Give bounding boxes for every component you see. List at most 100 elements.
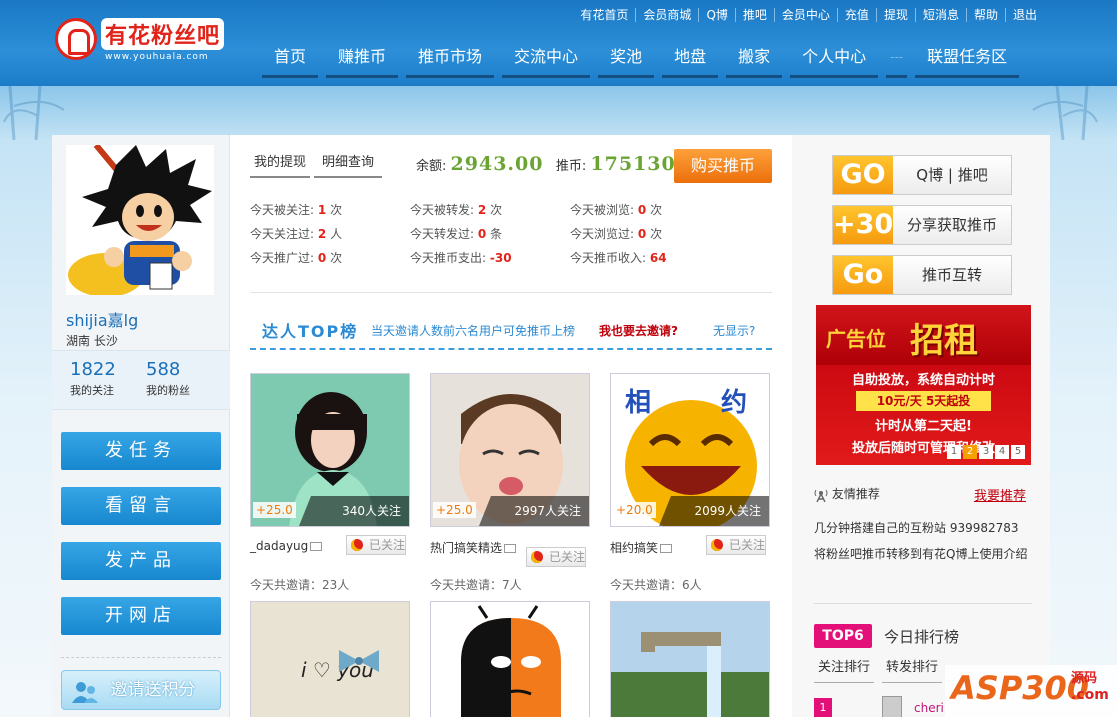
- nav-personal[interactable]: 个人中心: [790, 44, 879, 78]
- nav-move[interactable]: 搬家: [726, 44, 783, 78]
- left-sidebar: shijia嘉lg 湖南 长沙 1822 我的关注 588 我的粉丝 发任务 看…: [52, 135, 230, 717]
- view-messages-button[interactable]: 看留言: [61, 487, 221, 525]
- tab-follow-rank[interactable]: 关注排行: [814, 655, 875, 683]
- card-image-text: 约: [721, 388, 748, 418]
- top-list-header: 达人TOP榜 当天邀请人数前六名用户可免推币上榜 我也要去邀请? 无显示?: [250, 312, 772, 350]
- open-shop-button[interactable]: 开网店: [61, 597, 221, 635]
- tab-forward-rank[interactable]: 转发排行: [882, 655, 943, 683]
- go-text: 分享获取推币: [906, 216, 997, 234]
- top-user-card[interactable]: i ♡ you: [250, 601, 410, 717]
- toplink-messages[interactable]: 短消息: [914, 8, 966, 22]
- left-divider: [61, 657, 221, 658]
- top-user-card[interactable]: +25.0 2997人关注: [430, 373, 590, 527]
- coin-transfer-button[interactable]: Go 推币互转: [832, 255, 1012, 295]
- go-badge: +30: [833, 206, 893, 244]
- user-name[interactable]: shijia嘉lg: [66, 307, 138, 331]
- fan-stat[interactable]: 588 我的粉丝: [146, 359, 190, 398]
- toplink-tuiba[interactable]: 推吧: [734, 8, 774, 22]
- ad-page[interactable]: 3: [979, 445, 993, 459]
- nav-separator: ---: [886, 44, 908, 78]
- post-task-button[interactable]: 发任务: [61, 432, 221, 470]
- ad-page[interactable]: 2: [963, 445, 977, 459]
- avatar-cartoon-icon: [66, 143, 214, 297]
- user-stats: 1822 我的关注 588 我的粉丝: [52, 350, 230, 410]
- stat-item: 今天被关注: 1 次: [250, 203, 343, 217]
- go-text: 推币互转: [921, 266, 982, 284]
- nav-home[interactable]: 首页: [262, 44, 319, 78]
- account-tabs: 我的提现 明细查询: [250, 147, 386, 178]
- ad-line: 计时从第二天起!: [875, 419, 972, 434]
- nav-market[interactable]: 推币市场: [406, 44, 495, 78]
- top-user-card[interactable]: 相 约 +20.0 2099人关注: [610, 373, 770, 527]
- top-user-card[interactable]: [430, 601, 590, 717]
- tab-withdraw[interactable]: 我的提现: [250, 147, 310, 178]
- card-name[interactable]: _dadayug: [250, 539, 323, 553]
- follow-stat[interactable]: 1822 我的关注: [70, 359, 116, 398]
- post-product-button[interactable]: 发产品: [61, 542, 221, 580]
- top-list-title: 达人TOP榜: [262, 322, 359, 341]
- nav-pool[interactable]: 奖池: [598, 44, 655, 78]
- user-location: 湖南 长沙: [66, 334, 118, 348]
- user-avatar[interactable]: [66, 143, 214, 297]
- toplink-withdraw[interactable]: 提现: [875, 8, 915, 22]
- toplink-qbo[interactable]: Q博: [698, 8, 734, 22]
- follow-label: 我的关注: [70, 384, 114, 397]
- rank-number: 1: [814, 698, 832, 717]
- ad-page[interactable]: 5: [1011, 445, 1025, 459]
- go-badge: Go: [833, 256, 893, 294]
- balance-value: 2943.00: [450, 153, 544, 175]
- friend-link[interactable]: 几分钟搭建自己的互粉站 939982783: [814, 519, 1036, 538]
- not-shown-link[interactable]: 无显示?: [713, 322, 755, 339]
- top-user-card[interactable]: +25.0 340人关注: [250, 373, 410, 527]
- stat-item: 今天推广过: 0 次: [250, 251, 343, 265]
- coin-label: 推币:: [555, 159, 587, 174]
- bamboo-decoration-right: [1032, 86, 1098, 140]
- nav-exchange[interactable]: 交流中心: [502, 44, 591, 78]
- toplink-member[interactable]: 会员中心: [773, 8, 837, 22]
- toplink-recharge[interactable]: 充值: [836, 8, 876, 22]
- card-name[interactable]: 相约搞笑: [610, 539, 673, 556]
- buy-coins-button[interactable]: 购买推币: [674, 149, 772, 183]
- logo-text: 有花粉丝吧: [101, 18, 225, 50]
- stat-item: 今天推币收入: 64: [570, 251, 667, 265]
- go-qbo-button[interactable]: GO Q博 | 推吧: [832, 155, 1012, 195]
- ad-banner[interactable]: 广告位 招租 自助投放，系统自动计时 10元/天 5天起投 计时从第二天起! 投…: [816, 305, 1031, 465]
- share-earn-button[interactable]: +30 分享获取推币: [832, 205, 1012, 245]
- nav-earn[interactable]: 赚推币: [326, 44, 399, 78]
- stat-item: 今天转发过: 0 条: [410, 227, 503, 241]
- card-name[interactable]: 热门搞笑精选: [430, 539, 517, 556]
- toplink-logout[interactable]: 退出: [1004, 8, 1044, 22]
- tab-details[interactable]: 明细查询: [314, 147, 382, 178]
- recommend-link[interactable]: 我要推荐: [974, 485, 1026, 504]
- center-panel: 我的提现 明细查询 余额: 2943.00 推币: 175130 购买推币 今天…: [250, 135, 790, 717]
- followed-button[interactable]: 已关注: [346, 535, 406, 555]
- rank-name[interactable]: cheri: [914, 701, 944, 715]
- nav-territory[interactable]: 地盘: [662, 44, 719, 78]
- card-invites: 今天共邀请：7人: [430, 578, 522, 592]
- toplink-help[interactable]: 帮助: [965, 8, 1005, 22]
- users-icon: [72, 679, 98, 703]
- followed-button[interactable]: 已关注: [706, 535, 766, 555]
- user-photo-cartoon: [461, 605, 561, 717]
- ad-page[interactable]: 1: [947, 445, 961, 459]
- header: 有花粉丝吧 www.youhuala.com 有花首页 会员商城 Q博 推吧 会…: [0, 0, 1117, 86]
- go-text: Q博 | 推吧: [916, 166, 988, 184]
- invite-button[interactable]: 邀请送积分: [61, 670, 221, 710]
- top-user-card[interactable]: [610, 601, 770, 717]
- toplink-mall[interactable]: 会员商城: [635, 8, 698, 22]
- ad-page[interactable]: 4: [995, 445, 1009, 459]
- ad-pager: 1 2 3 4 5: [945, 445, 1025, 459]
- invite-link[interactable]: 我也要去邀请?: [599, 322, 678, 339]
- top-links: 有花首页 会员商城 Q博 推吧 会员中心 充值 提现 短消息 帮助 退出: [573, 8, 1044, 22]
- followed-button[interactable]: 已关注: [526, 547, 586, 567]
- toplink-home[interactable]: 有花首页: [573, 8, 635, 22]
- watermark-brand: ASP300: [951, 669, 1090, 707]
- stat-item: 今天关注过: 2 人: [250, 227, 343, 241]
- right-divider: [814, 603, 1032, 604]
- friend-link[interactable]: 将粉丝吧推币转移到有花Q博上使用介绍: [814, 545, 1036, 564]
- site-logo[interactable]: 有花粉丝吧 www.youhuala.com: [55, 14, 227, 68]
- mail-icon: [660, 544, 673, 553]
- nav-alliance[interactable]: 联盟任务区: [915, 44, 1020, 78]
- main-content: shijia嘉lg 湖南 长沙 1822 我的关注 588 我的粉丝 发任务 看…: [52, 135, 1050, 717]
- ad-title-small: 广告位: [826, 327, 886, 351]
